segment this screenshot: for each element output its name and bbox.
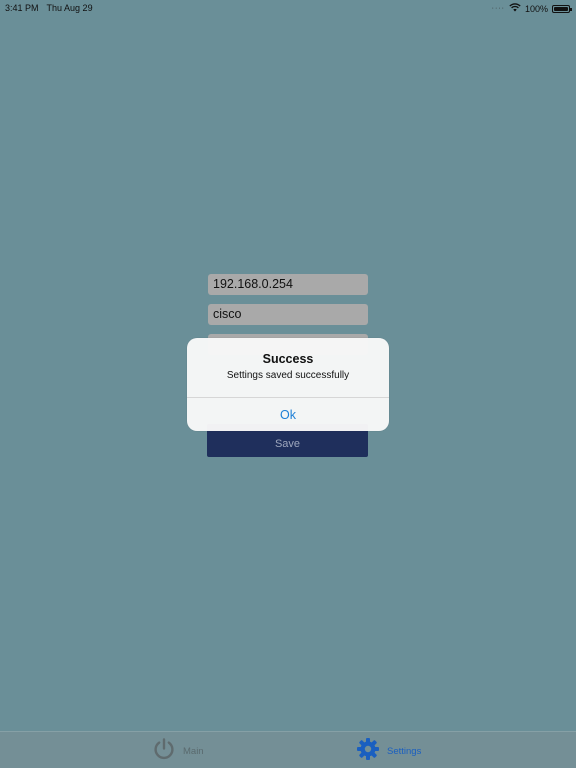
- tab-main[interactable]: Main: [152, 737, 204, 766]
- power-icon: [152, 737, 176, 766]
- username-field[interactable]: [208, 304, 368, 325]
- battery-percent: 100%: [524, 3, 548, 14]
- status-time: 3:41 PM: [5, 3, 39, 13]
- status-right: ···· 100%: [491, 3, 572, 14]
- tab-main-label: Main: [183, 745, 204, 757]
- status-left: 3:41 PM Thu Aug 29: [5, 3, 93, 13]
- tab-bar: Main Settings: [0, 731, 576, 768]
- battery-icon: [552, 4, 572, 13]
- cellular-signal-icon: ····: [491, 5, 505, 12]
- tab-settings[interactable]: Settings: [356, 737, 422, 766]
- tab-settings-label: Settings: [387, 745, 422, 757]
- ip-address-field[interactable]: [208, 274, 368, 295]
- success-alert-dialog: Success Settings saved successfully Ok: [187, 338, 389, 431]
- alert-ok-button[interactable]: Ok: [187, 398, 389, 431]
- gear-icon: [356, 737, 380, 766]
- status-date: Thu Aug 29: [46, 3, 93, 13]
- status-bar: 3:41 PM Thu Aug 29 ···· 100%: [0, 0, 576, 16]
- alert-title: Success: [262, 352, 314, 366]
- alert-message: Settings saved successfully: [226, 370, 350, 381]
- wifi-icon: [509, 3, 521, 14]
